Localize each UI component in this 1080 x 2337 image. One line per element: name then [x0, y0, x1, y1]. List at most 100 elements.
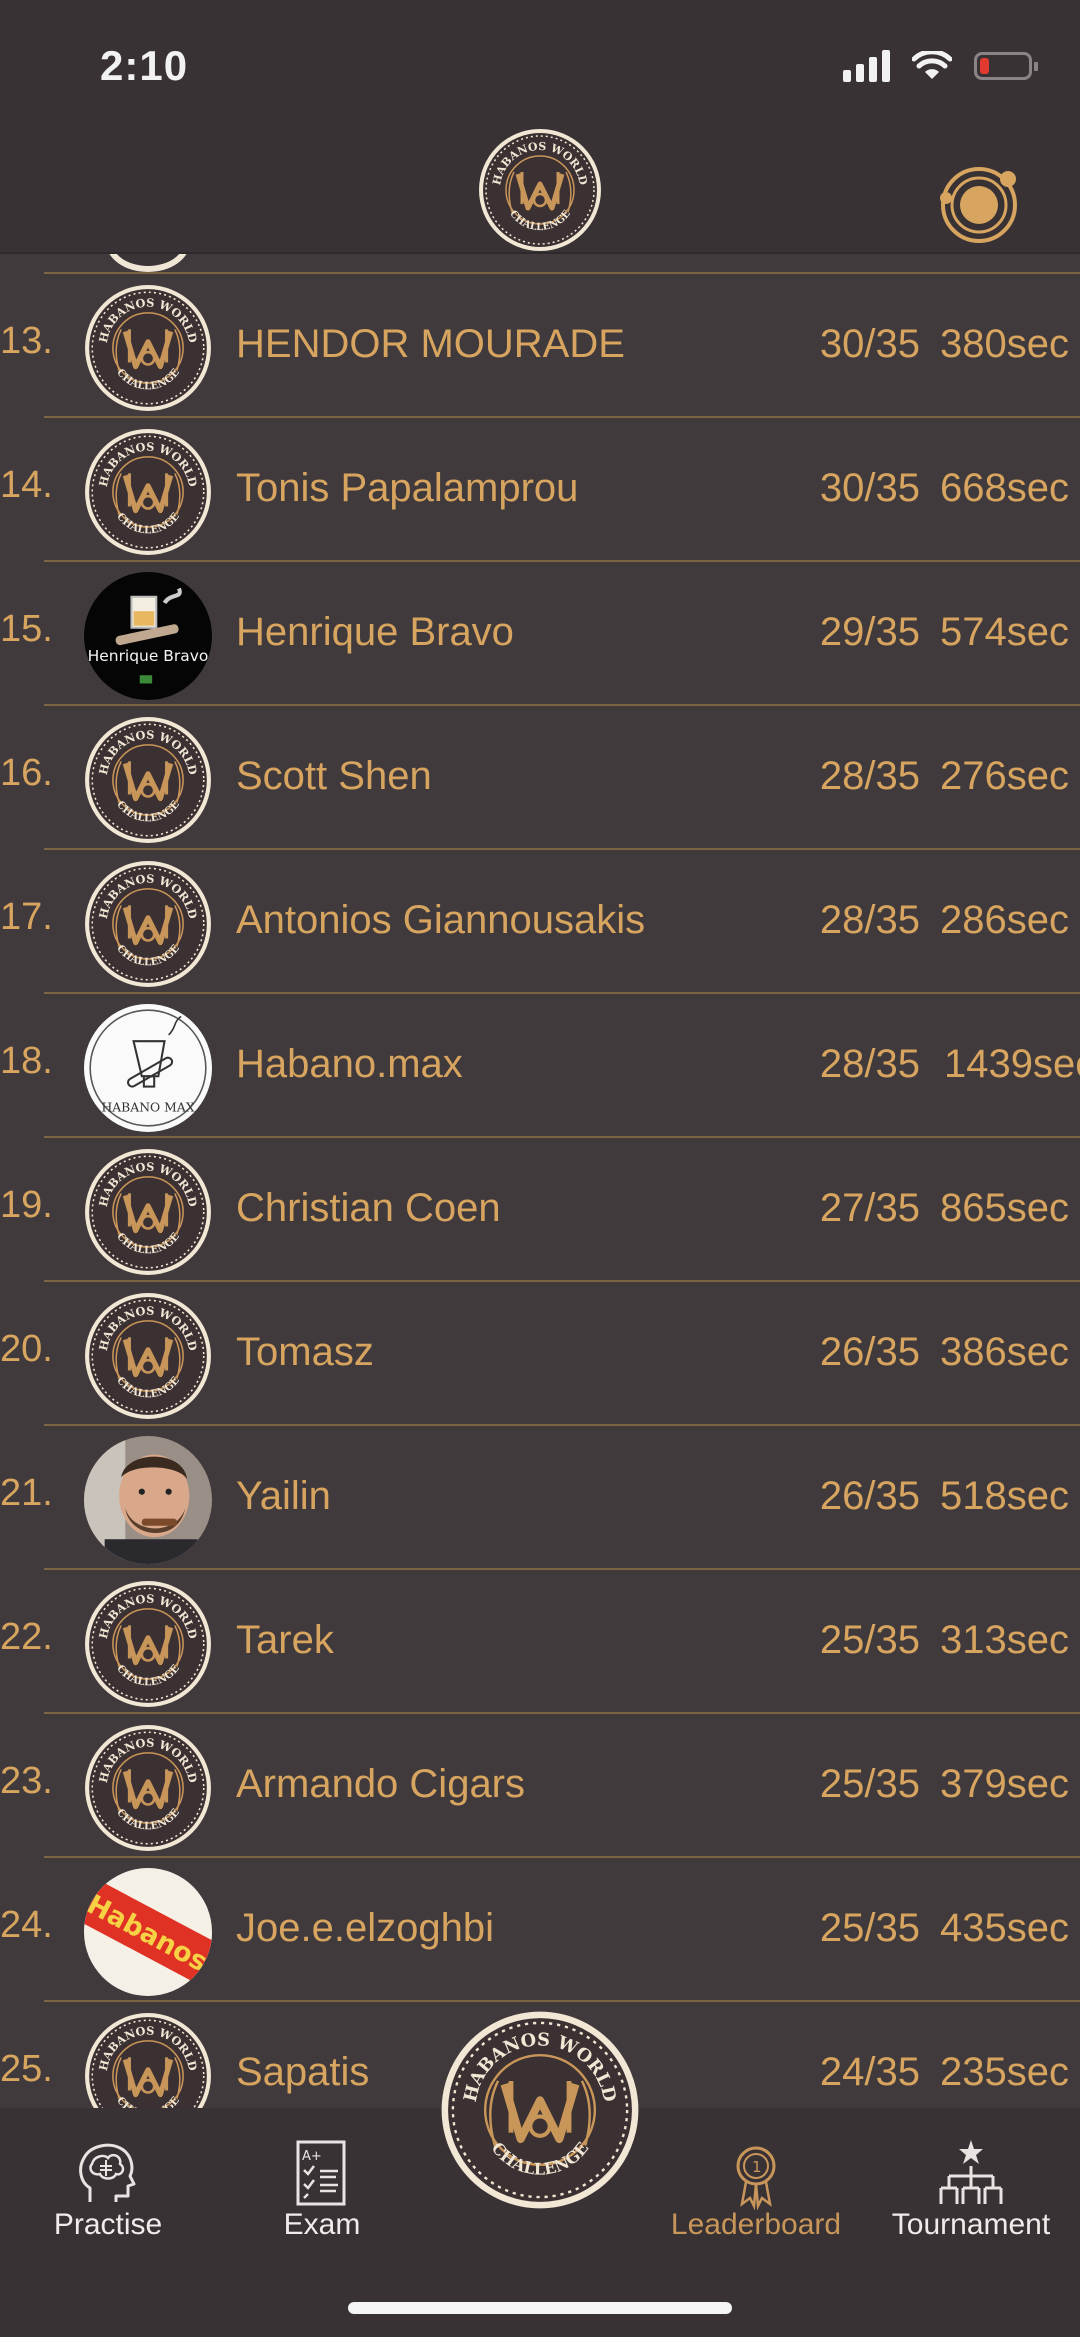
row-time: 380sec: [940, 322, 1069, 366]
hwc-logo-avatar: HABANOS WORLD CHALLENGE: [84, 284, 212, 412]
row-player-name: HENDOR MOURADE: [236, 322, 625, 366]
leaderboard-row[interactable]: 20. HABANOS WORLD CHALLENGE Tomasz 26/35 3…: [0, 1280, 1080, 1424]
row-score: 26/35: [819, 1330, 920, 1374]
home-indicator[interactable]: [348, 2302, 732, 2314]
row-player-name: Tomasz: [236, 1330, 374, 1374]
row-rank: 18.: [0, 1040, 53, 1082]
leaderboard-row[interactable]: 21. Yailin 26/35 518sec: [0, 1424, 1080, 1568]
row-rank: 24.: [0, 1904, 53, 1946]
orbit-menu-icon[interactable]: [932, 158, 1026, 252]
hwc-logo-avatar: HABANOS WORLD CHALLENGE: [84, 1292, 212, 1420]
svg-text:1: 1: [752, 2158, 762, 2176]
tab-leaderboard-label: Leaderboard: [670, 2208, 842, 2241]
previous-row-stub: [0, 252, 1080, 272]
row-rank: 23.: [0, 1760, 53, 1802]
row-score: 24/35: [819, 2050, 920, 2094]
bracket-star-icon: [939, 2140, 1003, 2204]
tab-exam[interactable]: A+ Exam: [222, 2108, 422, 2308]
brain-head-icon: [79, 2143, 136, 2202]
row-player-name: Tonis Papalamprou: [236, 466, 579, 510]
row-time: 865sec: [940, 1186, 1069, 1230]
row-time: 276sec: [940, 754, 1069, 798]
row-player-name: Habano.max: [236, 1042, 463, 1086]
row-rank: 15.: [0, 608, 53, 650]
row-divider: [44, 1856, 1080, 1858]
tab-tournament[interactable]: Tournament: [871, 2108, 1071, 2308]
row-divider: [44, 1424, 1080, 1426]
row-time: 435sec: [940, 1906, 1069, 1950]
battery-level: [980, 58, 989, 74]
cellular-signal-icon: [843, 50, 890, 82]
row-divider: [44, 848, 1080, 850]
wifi-icon: [912, 51, 952, 79]
leaderboard-row[interactable]: 19. HABANOS WORLD CHALLENGE Christian Co…: [0, 1136, 1080, 1280]
leaderboard-row[interactable]: 13. HABANOS WORLD CHALLENGE HENDOR MOURA…: [0, 272, 1080, 416]
row-score: 25/35: [819, 1762, 920, 1806]
row-divider: [44, 2000, 1080, 2002]
row-player-name: Tarek: [236, 1618, 334, 1662]
row-rank: 14.: [0, 464, 53, 506]
tab-exam-label: Exam: [283, 2208, 361, 2241]
row-divider: [44, 1280, 1080, 1282]
status-time: 2:10: [100, 42, 189, 89]
row-rank: 17.: [0, 896, 53, 938]
tab-tournament-label: Tournament: [891, 2208, 1051, 2241]
row-score: 30/35: [819, 322, 920, 366]
row-score: 28/35: [819, 754, 920, 798]
row-rank: 13.: [0, 320, 53, 362]
row-time: 313sec: [940, 1618, 1069, 1662]
tab-leaderboard[interactable]: 1 Leaderboard: [656, 2108, 856, 2308]
row-time: 1439sec: [944, 1042, 1080, 1086]
hwc-logo-avatar: HABANOS WORLD CHALLENGE: [84, 860, 212, 988]
row-rank: 21.: [0, 1472, 53, 1514]
row-player-name: Antonios Giannousakis: [236, 898, 646, 942]
tab-practise[interactable]: Practise: [8, 2108, 208, 2308]
user-photo-avatar: [84, 1436, 212, 1564]
henrique-bravo-avatar: Henrique Bravo: [84, 572, 212, 700]
hwc-logo-avatar: HABANOS WORLD CHALLENGE: [84, 428, 212, 556]
center-home-logo-button[interactable]: HABANOS WORLD CHALLENGE: [440, 2010, 640, 2210]
tab-practise-label: Practise: [53, 2208, 163, 2241]
leaderboard-row[interactable]: 15. Henrique Bravo Henrique Bravo 29/35 57…: [0, 560, 1080, 704]
leaderboard-row[interactable]: 17. HABANOS WORLD CHALLENGE Antonios Gia…: [0, 848, 1080, 992]
habano-max-avatar: HABANO MAX: [84, 1004, 212, 1132]
row-score: 27/35: [819, 1186, 920, 1230]
row-time: 379sec: [940, 1762, 1069, 1806]
row-time: 386sec: [940, 1330, 1069, 1374]
header-logo[interactable]: HABANOS WORLD CHALLENGE: [478, 128, 602, 252]
app-header: 2:10 HABANOS WORLD CHALLENGE: [0, 0, 1080, 254]
row-rank: 19.: [0, 1184, 53, 1226]
row-divider: [44, 1568, 1080, 1570]
leaderboard-row[interactable]: 24. Habanos Joe.e.elzoghbi 25/35 435sec: [0, 1856, 1080, 2000]
leaderboard-row[interactable]: 16. HABANOS WORLD CHALLENGE Scott Shen 28…: [0, 704, 1080, 848]
row-divider: [44, 704, 1080, 706]
leaderboard-row[interactable]: 18. HABANO MAX Habano.max 28/35 1439sec: [0, 992, 1080, 1136]
leaderboard-row[interactable]: 23. HABANOS WORLD CHALLENGE Armando Ciga…: [0, 1712, 1080, 1856]
leaderboard-row[interactable]: 22. HABANOS WORLD CHALLENGE Tarek 25/35 31…: [0, 1568, 1080, 1712]
row-score: 28/35: [819, 1042, 920, 1086]
row-score: 25/35: [819, 1618, 920, 1662]
battery-icon: [974, 52, 1038, 80]
habanos-label-avatar: Habanos: [84, 1868, 212, 1996]
leaderboard-row[interactable]: 14. HABANOS WORLD CHALLENGE Tonis Papala…: [0, 416, 1080, 560]
row-player-name: Sapatis: [236, 2050, 370, 2094]
hwc-logo-avatar: HABANOS WORLD CHALLENGE: [84, 716, 212, 844]
row-rank: 25.: [0, 2048, 53, 2090]
row-rank: 16.: [0, 752, 53, 794]
row-player-name: Yailin: [236, 1474, 331, 1518]
hwc-logo-avatar: HABANOS WORLD CHALLENGE: [84, 1724, 212, 1852]
row-divider: [44, 992, 1080, 994]
row-time: 668sec: [940, 466, 1069, 510]
row-player-name: Scott Shen: [236, 754, 432, 798]
row-score: 25/35: [819, 1906, 920, 1950]
row-player-name: Joe.e.elzoghbi: [236, 1906, 494, 1950]
exam-sheet-icon: A+: [296, 2140, 346, 2206]
row-divider: [44, 416, 1080, 418]
row-score: 26/35: [819, 1474, 920, 1518]
svg-text:HABANO MAX: HABANO MAX: [101, 1100, 194, 1114]
row-player-name: Armando Cigars: [236, 1762, 526, 1806]
hwc-logo-avatar: HABANOS WORLD CHALLENGE: [84, 1148, 212, 1276]
leaderboard-screen: 2:10 HABANOS WORLD CHALLENGE 13. HABANOS…: [0, 0, 1080, 2337]
leaderboard-list[interactable]: 13. HABANOS WORLD CHALLENGE HENDOR MOURA…: [0, 272, 1080, 2144]
row-time: 518sec: [940, 1474, 1069, 1518]
